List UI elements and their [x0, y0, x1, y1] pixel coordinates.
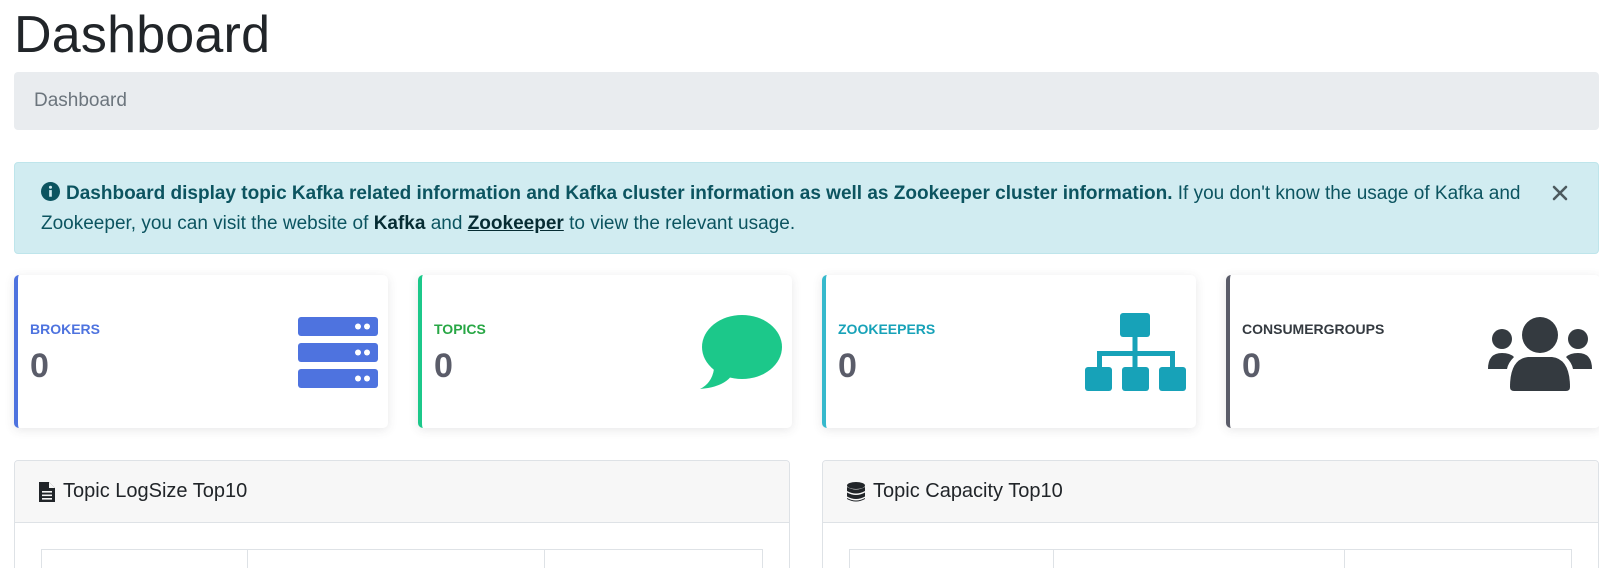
comment-icon	[700, 315, 782, 389]
alert-text-2: and	[425, 213, 468, 234]
consumergroups-card[interactable]: CONSUMERGROUPS 0	[1226, 275, 1599, 428]
table-column	[42, 550, 248, 568]
breadcrumb: Dashboard	[14, 72, 1599, 130]
topic-capacity-title: Topic Capacity Top10	[873, 480, 1063, 502]
zookeepers-card[interactable]: ZOOKEEPERS 0	[822, 275, 1196, 428]
kafka-link[interactable]: Kafka	[374, 213, 426, 234]
topic-logsize-title: Topic LogSize Top10	[63, 480, 248, 502]
table-column	[850, 550, 1054, 568]
alert-bold-text: Dashboard display topic Kafka related in…	[66, 183, 1173, 204]
page-title: Dashboard	[14, 6, 271, 64]
zookeepers-count: 0	[838, 347, 857, 385]
topic-capacity-panel: Topic Capacity Top10	[822, 460, 1599, 568]
consumergroups-label: CONSUMERGROUPS	[1242, 321, 1385, 337]
table-column	[1345, 550, 1571, 568]
sitemap-icon	[1085, 313, 1186, 391]
database-icon	[847, 481, 865, 501]
file-text-icon	[39, 481, 55, 502]
users-icon	[1488, 317, 1592, 391]
topic-capacity-header: Topic Capacity Top10	[823, 461, 1598, 523]
topic-logsize-panel: Topic LogSize Top10	[14, 460, 790, 568]
topic-capacity-table	[849, 549, 1572, 568]
topics-label: TOPICS	[434, 321, 486, 337]
brokers-card[interactable]: BROKERS 0	[14, 275, 388, 428]
info-circle-icon	[41, 182, 60, 201]
server-icon	[298, 317, 378, 388]
topics-card[interactable]: TOPICS 0	[418, 275, 792, 428]
brokers-label: BROKERS	[30, 321, 101, 337]
consumergroups-count: 0	[1242, 347, 1261, 385]
topic-logsize-header: Topic LogSize Top10	[15, 461, 789, 523]
breadcrumb-item-dashboard[interactable]: Dashboard	[34, 90, 127, 112]
zookeeper-link[interactable]: Zookeeper	[468, 213, 564, 234]
table-column	[545, 550, 762, 568]
alert-text-3: to view the relevant usage.	[563, 213, 796, 234]
info-alert: Dashboard display topic Kafka related in…	[14, 162, 1599, 254]
zookeepers-label: ZOOKEEPERS	[838, 321, 936, 337]
topics-count: 0	[434, 347, 453, 385]
table-column	[1054, 550, 1345, 568]
brokers-count: 0	[30, 347, 49, 385]
close-icon[interactable]	[1550, 183, 1570, 203]
topic-capacity-body	[823, 523, 1598, 568]
topic-logsize-table	[41, 549, 763, 568]
table-column	[248, 550, 545, 568]
topic-logsize-body	[15, 523, 789, 568]
